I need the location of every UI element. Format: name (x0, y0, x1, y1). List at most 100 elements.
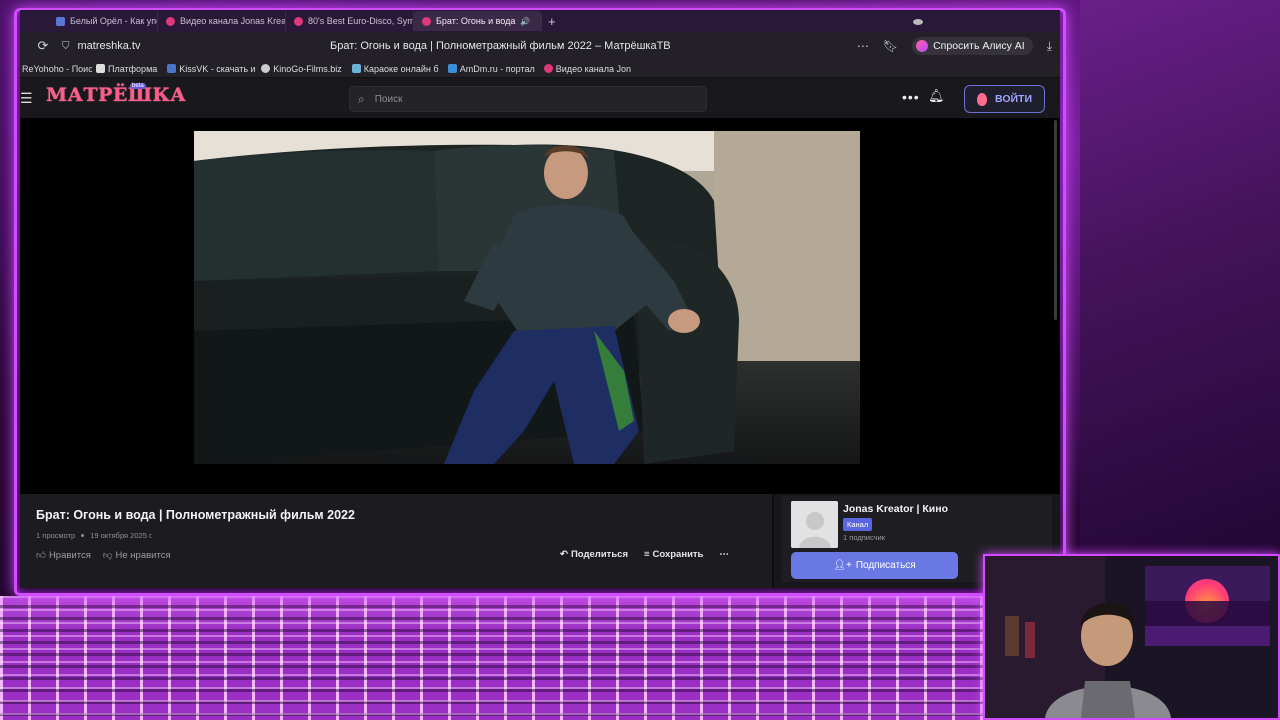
bookmark-label: KinoGo-Films.biz (273, 63, 342, 74)
search-box: ⌕ (349, 86, 707, 112)
dislike-button[interactable]: 👎︎ Не нравится (102, 549, 171, 562)
matreshka-site: ☰ МАТРЁШКА beta ⌕ ••• 🔔︎ ВОЙТИ (20, 78, 1060, 588)
thumbs-up-icon: 👍︎ (36, 550, 46, 561)
bookmark-item[interactable]: ReYohoho - Поиск (22, 64, 92, 74)
share-icon: ↶ (560, 549, 568, 560)
ask-alice-label: Спросить Алису AI (933, 40, 1025, 52)
tab-favicon-icon (56, 16, 65, 26)
avatar-placeholder-icon (791, 501, 838, 548)
alice-icon (916, 40, 929, 52)
bookmark-item[interactable]: KissVK - скачать и (167, 64, 257, 74)
tab-3[interactable]: 80's Best Euro-Disco, Sym (286, 11, 414, 31)
like-label: Нравится (48, 549, 91, 561)
subscribe-label: Подписаться (855, 560, 916, 571)
matreshka-icon (977, 92, 987, 106)
tab-1[interactable]: Белый Орёл - Как упоите (48, 11, 158, 31)
reaction-actions: 👍︎ Нравится 👎︎ Не нравится (36, 549, 171, 562)
save-button[interactable]: ≡ Сохранить (644, 549, 703, 560)
reload-icon[interactable]: ⟳ (28, 38, 58, 54)
matreshka-favicon-icon (422, 16, 431, 26)
shield-icon[interactable]: ⛉ (62, 41, 70, 52)
platform-icon (96, 64, 105, 73)
video-info-panel: Брат: Огонь и вода | Полнометражный филь… (20, 494, 772, 588)
matreshka-favicon-icon (294, 16, 303, 26)
tab-label: Видео канала Jonas Kreat (180, 16, 286, 26)
publish-date: 19 октября 2025 г. (90, 531, 153, 540)
bookmark-item[interactable]: Платформа (96, 64, 163, 74)
share-button[interactable]: ↶ Поделиться (560, 549, 628, 560)
bookmark-label: ReYohoho - Поиск (22, 63, 92, 74)
more-options-icon[interactable]: ••• (902, 89, 920, 105)
overlay-side-panel (1080, 0, 1280, 560)
tab-label: Брат: Огонь и вода (436, 16, 516, 26)
bell-icon[interactable]: 🔔︎ (928, 88, 945, 104)
bookmark-label: Платформа (108, 63, 158, 74)
download-icon[interactable]: ⤓ (1047, 39, 1052, 54)
add-user-icon: 👤︎+ (833, 560, 852, 571)
page-title-text: Брат: Огонь и вода | Полнометражный филь… (330, 40, 671, 52)
video-meta: 1 просмотр 19 октября 2025 г. (36, 531, 153, 540)
video-frame[interactable] (194, 131, 860, 464)
page-scrollbar[interactable] (1054, 120, 1057, 320)
channel-badge: Канал (843, 518, 873, 531)
ask-alice-button[interactable]: Спросить Алису AI (912, 37, 1033, 55)
search-icon[interactable]: ⌕ (358, 92, 365, 107)
bookmark-item[interactable]: AmDm.ru - портал (447, 63, 540, 74)
video-title: Брат: Огонь и вода | Полнометражный филь… (36, 508, 355, 522)
subscribe-button[interactable]: 👤︎+ Подписаться (791, 552, 958, 579)
meta-separator (81, 534, 85, 537)
bookmark-label: KissVK - скачать и (179, 63, 256, 74)
video-player[interactable] (20, 118, 1060, 494)
profile-icon[interactable] (913, 19, 923, 25)
subscriber-count: 1 подписчик (843, 533, 885, 542)
kinogo-icon (261, 64, 271, 73)
url-text[interactable]: matreshka.tv (78, 40, 318, 52)
webcam-overlay (983, 554, 1280, 720)
channel-name[interactable]: Jonas Kreator | Кино (843, 503, 948, 515)
bookmark-label: Видео канала Jon (555, 63, 631, 74)
speaker-icon: 🔊 (520, 16, 531, 26)
webcam-image (985, 556, 1278, 718)
beta-badge: beta (130, 83, 146, 89)
bookmark-icon[interactable]: 🔖︎ (883, 39, 898, 53)
tab-bar: Белый Орёл - Как упоите Видео канала Jon… (20, 10, 1060, 32)
tab-2[interactable]: Видео канала Jonas Kreat (158, 11, 286, 31)
video-frame-image (194, 131, 860, 464)
menu-icon[interactable]: ☰ (20, 90, 33, 107)
channel-avatar[interactable] (791, 501, 838, 548)
more-icon[interactable]: ⋯ (857, 39, 869, 53)
tab-4-active[interactable]: Брат: Огонь и вода 🔊 ✕ (414, 11, 542, 31)
browser-window: Белый Орёл - Как упоите Видео канала Jon… (20, 10, 1060, 588)
bookmark-label: AmDm.ru - портал (459, 63, 535, 74)
bookmark-item[interactable]: KinoGo-Films.biz (261, 64, 348, 74)
amdm-icon (447, 64, 457, 73)
address-bar-actions: ⋯ 🔖︎ Спросить Алису AI ⤓ (857, 37, 1052, 55)
bookmark-label: Караоке онлайн б (363, 63, 439, 74)
site-header: ☰ МАТРЁШКА beta ⌕ ••• 🔔︎ ВОЙТИ (20, 78, 1060, 118)
login-label: ВОЙТИ (995, 93, 1032, 105)
bookmark-item[interactable]: Караоке онлайн б (351, 63, 444, 74)
video-actions: ↶ Поделиться ≡ Сохранить ⋯ (560, 549, 729, 560)
matreshka-favicon-icon (543, 64, 553, 73)
matreshka-favicon-icon (166, 16, 175, 26)
site-logo[interactable]: МАТРЁШКА (46, 84, 186, 106)
karaoke-icon (351, 64, 361, 73)
like-button[interactable]: 👍︎ Нравится (36, 549, 91, 562)
tab-label: Белый Орёл - Как упоите (70, 16, 157, 26)
playlist-add-icon: ≡ (643, 549, 650, 560)
bookmarks-bar: ReYohoho - Поиск Платформа KissVK - скач… (20, 60, 1060, 78)
save-label: Сохранить (652, 549, 704, 560)
bookmark-item[interactable]: Видео канала Jon (543, 63, 634, 74)
share-label: Поделиться (570, 549, 628, 560)
more-actions-icon[interactable]: ⋯ (719, 549, 729, 560)
tab-label: 80's Best Euro-Disco, Sym (308, 16, 414, 26)
thumbs-down-icon: 👎︎ (102, 550, 113, 561)
login-button[interactable]: ВОЙТИ (964, 85, 1045, 113)
window-controls (913, 19, 923, 25)
kissvk-icon (167, 64, 177, 73)
search-input[interactable] (374, 93, 675, 105)
view-count: 1 просмотр (36, 531, 76, 540)
address-bar: ⟳ ⛉ matreshka.tv Брат: Огонь и вода | По… (20, 32, 1060, 60)
new-tab-button[interactable]: + (542, 14, 562, 29)
dislike-label: Не нравится (115, 549, 171, 561)
